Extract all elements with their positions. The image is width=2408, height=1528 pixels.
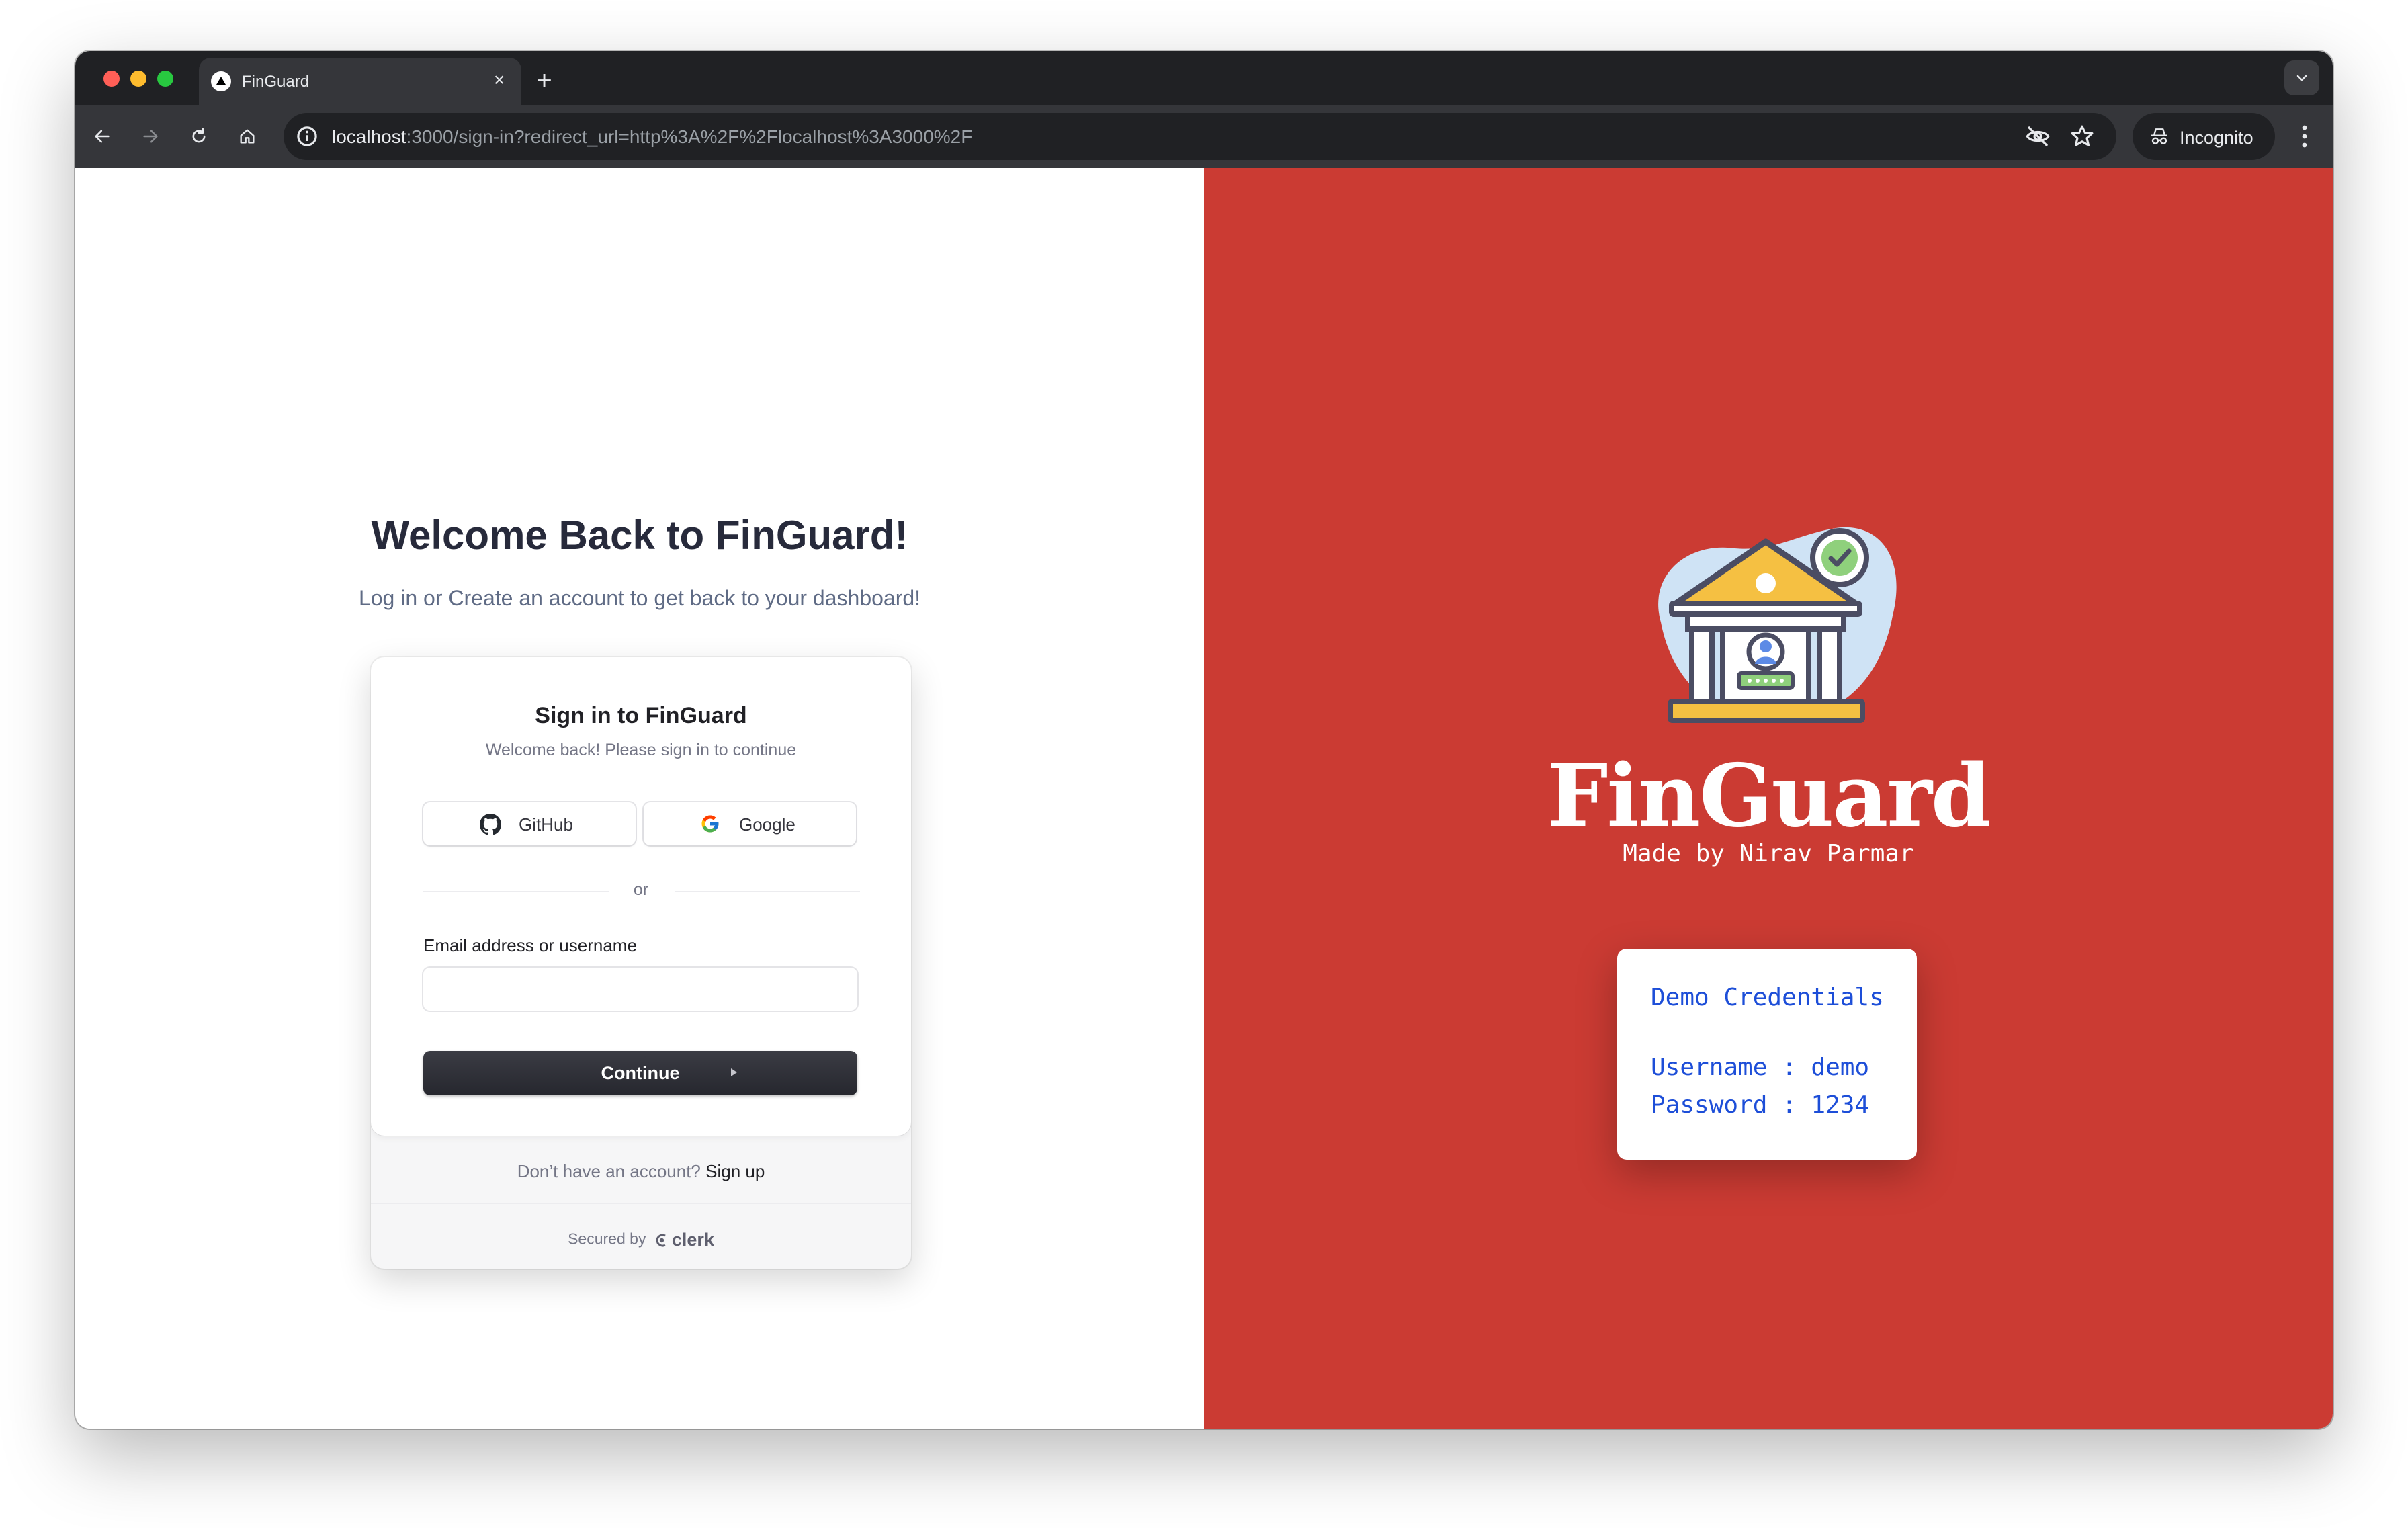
eye-off-icon[interactable] [2024, 122, 2052, 151]
home-button[interactable] [231, 120, 263, 153]
new-tab-button[interactable]: + [527, 63, 562, 98]
favicon-icon [211, 71, 231, 91]
signin-card: Sign in to FinGuard Welcome back! Please… [371, 657, 911, 1269]
signin-pane: Welcome Back to FinGuard! Log in or Crea… [75, 168, 1204, 1429]
credentials-title: Demo Credentials [1651, 984, 1884, 1011]
clerk-brand: clerk [671, 1230, 714, 1250]
reload-button[interactable] [183, 120, 215, 153]
close-window-button[interactable] [103, 71, 120, 87]
back-arrow-icon [95, 130, 110, 143]
github-icon [480, 814, 501, 835]
no-account-text: Don’t have an account? [517, 1161, 701, 1181]
tab-strip: FinGuard × + [75, 51, 2333, 105]
tab-finguard[interactable]: FinGuard × [199, 58, 521, 105]
url-host: localhost [332, 126, 406, 147]
continue-label: Continue [601, 1063, 680, 1083]
brand-title: FinGuard [1547, 746, 1991, 847]
site-info-icon[interactable] [293, 122, 321, 151]
tab-search-button[interactable] [2284, 60, 2319, 95]
clerk-link[interactable]: clerk [654, 1230, 714, 1250]
tab-title: FinGuard [242, 73, 310, 91]
signup-link[interactable]: Sign up [705, 1161, 765, 1181]
url-path: :3000/sign-in?redirect_url=http%3A%2F%2F… [406, 126, 973, 147]
footer-divider [371, 1203, 911, 1204]
email-field-label: Email address or username [423, 935, 637, 956]
signup-prompt: Don’t have an account? Sign up [371, 1161, 911, 1182]
secured-by: Secured by clerk [371, 1230, 911, 1250]
bank-icon [1658, 527, 1897, 723]
signin-title: Sign in to FinGuard [535, 703, 747, 728]
email-field[interactable] [423, 968, 857, 1011]
tab-close-icon[interactable]: × [488, 69, 511, 91]
credentials-username: Username : demo [1651, 1054, 1870, 1081]
star-icon[interactable] [2068, 122, 2096, 151]
clerk-logo-icon [656, 1234, 666, 1247]
home-icon [240, 129, 255, 144]
incognito-indicator[interactable]: Incognito [2133, 113, 2275, 160]
divider-or: or [633, 880, 649, 899]
forward-button[interactable] [134, 120, 167, 153]
welcome-subheading: Log in or Create an account to get back … [358, 586, 921, 610]
chevron-down-icon [2296, 75, 2307, 81]
reload-icon [192, 128, 206, 143]
brand-credit: Made by Nirav Parmar [1623, 840, 1914, 867]
browser-window: FinGuard × + localhost:3000/sign-in?redi… [75, 51, 2333, 1429]
divider-line-right [675, 891, 860, 892]
github-label: GitHub [519, 814, 573, 835]
kebab-menu-icon[interactable] [2288, 120, 2321, 153]
forward-arrow-icon [143, 130, 158, 143]
minimize-window-button[interactable] [130, 71, 146, 87]
secured-by-text: Secured by [568, 1230, 646, 1248]
welcome-heading: Welcome Back to FinGuard! [371, 513, 908, 558]
google-label: Google [739, 814, 796, 835]
github-button[interactable]: GitHub [423, 802, 636, 845]
continue-arrow-icon [731, 1068, 737, 1076]
google-button[interactable]: Google [644, 802, 856, 845]
address-bar[interactable]: localhost:3000/sign-in?redirect_url=http… [284, 113, 2116, 160]
back-button[interactable] [86, 120, 118, 153]
browser-toolbar: localhost:3000/sign-in?redirect_url=http… [75, 105, 2333, 168]
credentials-password: Password : 1234 [1651, 1091, 1870, 1119]
signin-subtitle: Welcome back! Please sign in to continue [485, 740, 797, 759]
signin-card-body: Sign in to FinGuard Welcome back! Please… [371, 657, 911, 1136]
demo-credentials-card: Demo Credentials Username : demo Passwor… [1617, 949, 1917, 1160]
continue-button[interactable]: Continue [423, 1051, 857, 1095]
incognito-icon [2151, 128, 2167, 144]
url-text[interactable]: localhost:3000/sign-in?redirect_url=http… [332, 126, 972, 148]
maximize-window-button[interactable] [157, 71, 173, 87]
brand-pane: FinGuard Made by Nirav Parmar Demo Crede… [1204, 168, 2333, 1429]
google-icon [701, 815, 719, 833]
page-content: Welcome Back to FinGuard! Log in or Crea… [75, 168, 2333, 1429]
incognito-label: Incognito [2180, 128, 2253, 148]
